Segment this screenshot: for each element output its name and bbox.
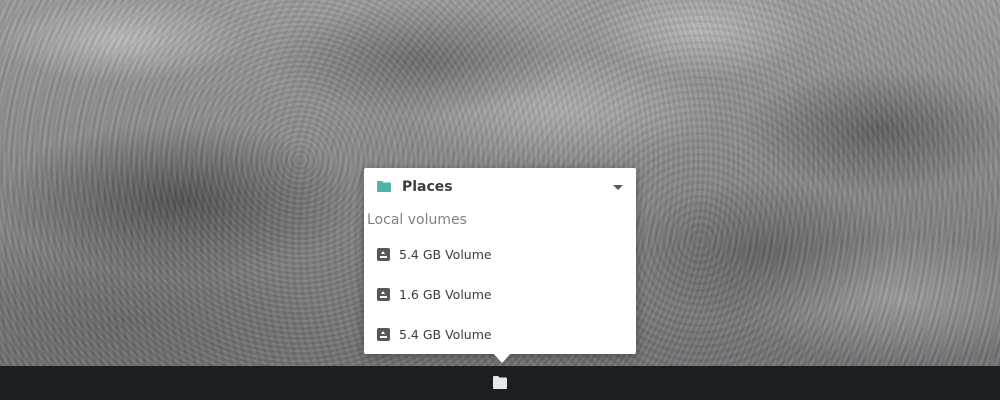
drive-icon (377, 328, 390, 341)
volume-item[interactable]: 5.4 GB Volume (364, 317, 636, 353)
popup-pointer-arrow (493, 353, 511, 363)
volume-label: 5.4 GB Volume (399, 247, 492, 262)
places-popup: Places Local volumes 5.4 GB Volume 1.6 G… (364, 168, 636, 354)
folder-icon (493, 376, 507, 389)
folder-icon (377, 181, 391, 192)
places-title: Places (402, 179, 453, 195)
desktop-wallpaper: Places Local volumes 5.4 GB Volume 1.6 G… (0, 0, 1000, 400)
chevron-down-icon[interactable] (613, 185, 623, 190)
volume-item[interactable]: 1.6 GB Volume (364, 277, 636, 313)
volume-item[interactable]: 5.4 GB Volume (364, 237, 636, 273)
drive-icon (377, 248, 390, 261)
volume-label: 1.6 GB Volume (399, 287, 492, 302)
drive-icon (377, 288, 390, 301)
taskbar-panel (0, 366, 1000, 400)
places-applet-button[interactable] (484, 366, 516, 400)
section-label-local-volumes: Local volumes (367, 212, 467, 228)
volume-label: 5.4 GB Volume (399, 327, 492, 342)
places-header[interactable]: Places (364, 168, 636, 206)
